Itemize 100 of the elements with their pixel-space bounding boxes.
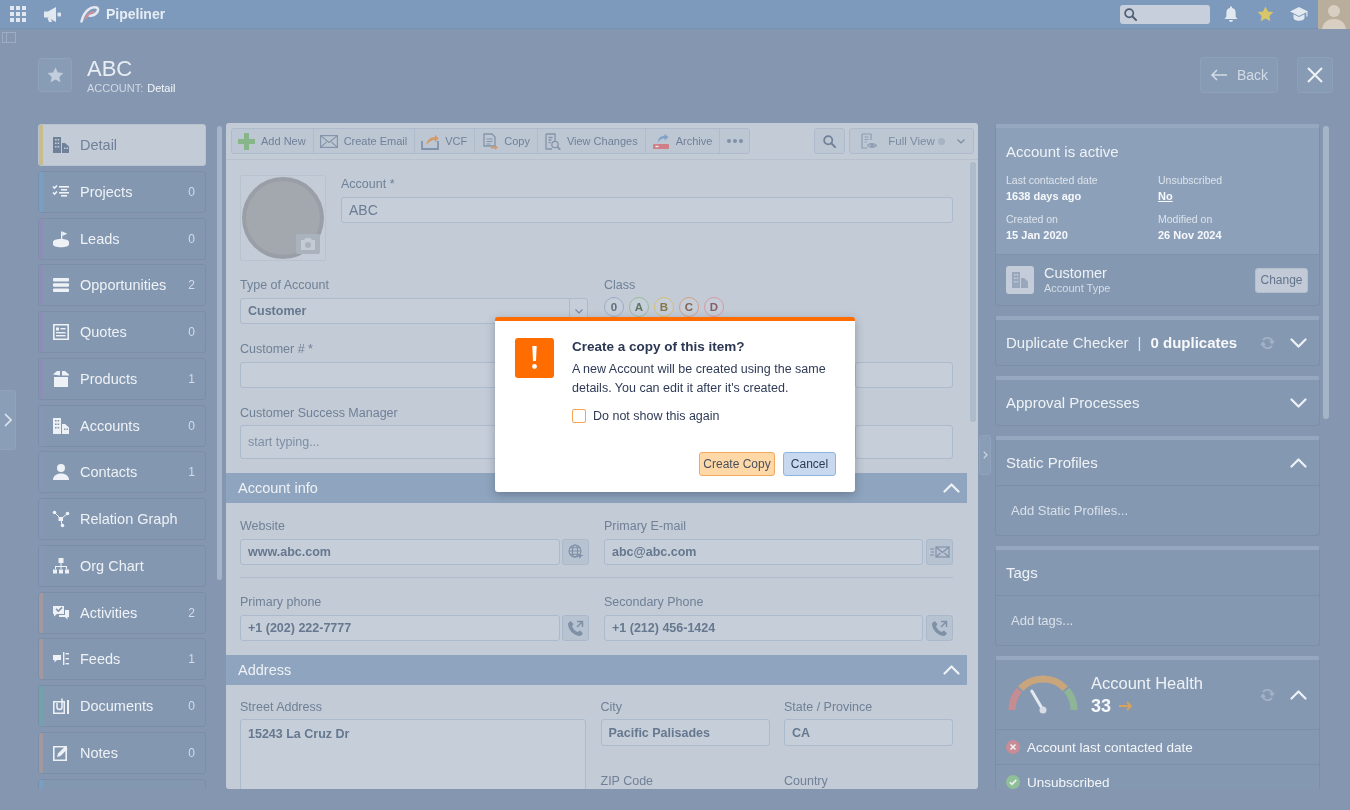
refresh-icon[interactable] — [1259, 334, 1276, 351]
sidebar-item[interactable]: Opportunities 2 — [38, 264, 206, 307]
change-button[interactable]: Change — [1255, 267, 1308, 293]
expand-handle[interactable] — [0, 390, 16, 450]
item-count: 0 — [188, 745, 195, 760]
close-button[interactable] — [1297, 57, 1333, 93]
gauge-high-segment — [1063, 687, 1078, 710]
text-field[interactable] — [855, 362, 953, 388]
star-icon[interactable] — [1257, 6, 1274, 22]
chevron-up-icon[interactable] — [1290, 457, 1307, 468]
sidebar-item[interactable]: Products 1 — [38, 357, 206, 400]
toolbar-button[interactable]: Archive — [644, 128, 721, 154]
plus-icon — [238, 132, 255, 150]
building-tile-icon — [1006, 266, 1034, 294]
field-label: Primary phone — [240, 595, 322, 610]
class-option[interactable]: A — [629, 297, 649, 317]
text-field[interactable]: www.abc.com — [240, 539, 560, 565]
envelope-icon — [319, 134, 338, 148]
field-label: Country — [784, 773, 828, 789]
toolbar-button[interactable]: Copy — [474, 128, 538, 154]
section-header[interactable]: Address — [226, 655, 967, 685]
dialog-message: A new Account will be created using the same details. You can edit it after it's created. — [572, 361, 827, 397]
star-icon — [46, 67, 64, 83]
field-label: City — [600, 700, 623, 715]
field-action-button[interactable] — [926, 615, 953, 641]
scrollbar-thumb[interactable] — [217, 126, 222, 580]
textarea-field[interactable]: 15243 La Cruz Dr — [240, 719, 586, 789]
class-option[interactable]: B — [654, 297, 674, 317]
search-icon — [1124, 7, 1137, 21]
view-dropdown[interactable]: Full View — [849, 128, 974, 154]
sidebar-item[interactable]: Detail — [38, 124, 206, 166]
chevron-down-icon[interactable] — [1290, 337, 1307, 348]
logo-icon — [79, 4, 101, 24]
avatar-icon[interactable] — [1318, 0, 1350, 29]
more-button[interactable] — [719, 128, 751, 154]
item-count: 1 — [188, 371, 195, 386]
field-label: Account * — [341, 177, 395, 192]
account-type-label: Account Type — [1044, 282, 1111, 295]
graduation-cap-icon[interactable] — [1290, 7, 1308, 21]
sidebar-item[interactable]: Documents 0 — [38, 685, 206, 728]
document-eye-icon — [860, 132, 877, 150]
text-field[interactable]: ABC — [341, 197, 953, 223]
camera-icon[interactable] — [296, 234, 320, 254]
checkbox-label[interactable]: Do not show this again — [593, 408, 720, 424]
sidebar-item[interactable]: Accounts 0 — [38, 404, 206, 447]
bar-arrow-icon — [651, 132, 670, 150]
sidebar-item[interactable]: Quotes 0 — [38, 311, 206, 354]
sidebar-item[interactable]: Projects 0 — [38, 170, 206, 213]
class-option[interactable]: C — [679, 297, 699, 317]
fact-link[interactable]: No — [1158, 189, 1173, 204]
item-count: 0 — [188, 418, 195, 433]
status-title: Account is active — [1006, 143, 1120, 161]
megaphone-icon[interactable] — [44, 6, 61, 22]
create-copy-button[interactable]: Create Copy — [699, 452, 775, 476]
field-label: ZIP Code — [600, 773, 654, 789]
toolbar-button[interactable]: View Changes — [536, 128, 646, 154]
chevron-down-icon[interactable] — [1290, 397, 1307, 408]
item-count: 0 — [188, 325, 195, 340]
chevron-up-icon[interactable] — [1290, 689, 1307, 700]
record-type-label: ACCOUNT: — [87, 81, 144, 95]
fact-value: 1638 days ago — [1006, 189, 1082, 204]
sidebar-item[interactable]: Notes 0 — [38, 731, 206, 774]
text-field[interactable]: +1 (212) 456-1424 — [604, 615, 923, 641]
sidebar-item[interactable]: Activities 2 — [38, 591, 206, 634]
apps-icon[interactable] — [10, 6, 26, 22]
search-button[interactable] — [814, 128, 845, 154]
text-field[interactable]: +1 (202) 222-7777 — [240, 615, 560, 641]
panel-title: Account Health — [1091, 672, 1203, 693]
refresh-icon[interactable] — [1259, 686, 1276, 703]
sidebar-item[interactable]: Org Chart — [38, 544, 206, 587]
checkbox[interactable] — [572, 409, 586, 423]
fact-label: Last contacted date — [1006, 173, 1098, 187]
collapse-handle[interactable] — [979, 435, 991, 475]
text-field[interactable]: CA — [784, 719, 953, 746]
envelope-lines-icon — [929, 546, 950, 558]
add-field[interactable]: Add Static Profiles... — [996, 485, 1319, 535]
sidebar-item[interactable]: Relation Graph — [38, 498, 206, 541]
scrollbar-thumb[interactable] — [1323, 126, 1329, 419]
sidebar-item[interactable]: Feeds 1 — [38, 638, 206, 681]
field-label: Primary E-mail — [604, 519, 686, 534]
select-field[interactable]: Customer — [240, 298, 588, 324]
class-option[interactable]: D — [704, 297, 724, 317]
cancel-button[interactable]: Cancel — [783, 452, 836, 476]
back-button[interactable]: Back — [1200, 57, 1278, 93]
search-field[interactable] — [1120, 4, 1210, 24]
field-action-button[interactable] — [926, 539, 953, 565]
bell-icon[interactable] — [1224, 6, 1238, 22]
toolbar-button[interactable]: Create Email — [312, 128, 416, 154]
class-option[interactable]: 0 — [604, 297, 624, 317]
field-action-button[interactable] — [562, 615, 589, 641]
sidebar-item[interactable]: Contacts 1 — [38, 451, 206, 494]
toolbar-button[interactable]: VCF — [414, 128, 476, 154]
text-field[interactable]: Pacific Palisades — [600, 719, 770, 746]
text-field[interactable]: abc@abc.com — [604, 539, 923, 565]
field-action-button[interactable] — [562, 539, 589, 565]
add-field[interactable]: Add tags... — [996, 595, 1319, 645]
sidebar-item[interactable]: Leads 0 — [38, 217, 206, 260]
lookup-field[interactable] — [855, 425, 953, 459]
toolbar-button[interactable]: Add New — [231, 128, 314, 154]
favorite-button[interactable] — [38, 58, 72, 92]
